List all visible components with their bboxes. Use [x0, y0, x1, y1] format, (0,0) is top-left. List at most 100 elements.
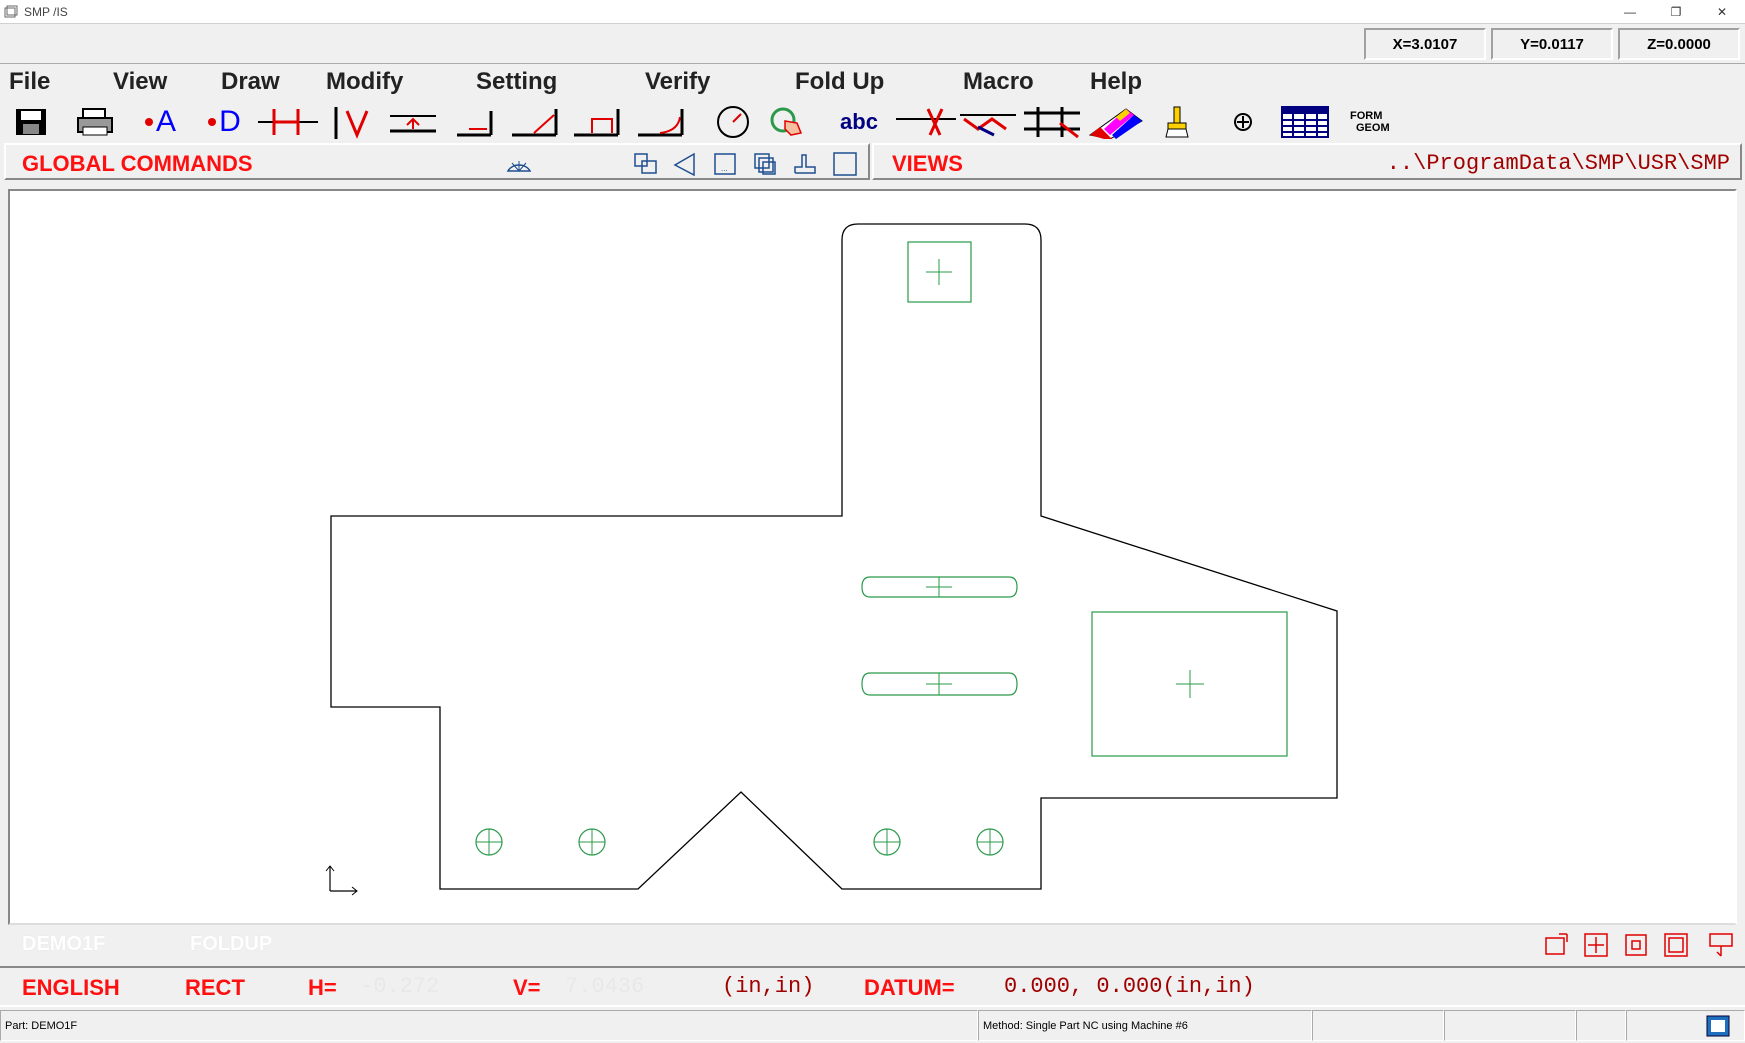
- zoom-all-icon[interactable]: [1663, 932, 1689, 958]
- menu-modify[interactable]: Modify: [326, 68, 403, 96]
- save-icon: [16, 109, 46, 135]
- zoom-center-icon[interactable]: [1583, 932, 1609, 958]
- draw-text-a-button[interactable]: A: [134, 104, 184, 140]
- x-coordinate-readout: X=3.0107: [1364, 28, 1486, 60]
- status-method: Method: Single Part NC using Machine #6: [978, 1010, 1312, 1041]
- chamfer-button[interactable]: [510, 104, 560, 140]
- menu-view[interactable]: View: [113, 68, 167, 96]
- eraser-icon: [1088, 108, 1143, 139]
- fillet-button[interactable]: [636, 104, 686, 140]
- round-hole-1: [475, 828, 503, 856]
- view-square-icon[interactable]: [832, 151, 858, 177]
- hand-circle-button[interactable]: [762, 104, 812, 140]
- status-indicator: [1626, 1010, 1745, 1041]
- drawing-canvas[interactable]: [8, 189, 1737, 925]
- status-part: Part: DEMO1F: [0, 1010, 978, 1041]
- dimension-icon: [258, 109, 318, 135]
- red-dot-icon: [208, 118, 217, 126]
- machine-status-icon[interactable]: [1706, 1015, 1730, 1037]
- text-d-glyph: D: [219, 105, 241, 138]
- datum-value: 0.000, 0.000(in,in): [1004, 974, 1255, 999]
- minimize-button[interactable]: —: [1607, 0, 1653, 23]
- printer-icon: [77, 108, 113, 136]
- hand-circle-icon: [770, 107, 803, 136]
- menu-help[interactable]: Help: [1090, 68, 1142, 96]
- paint-button[interactable]: [1152, 104, 1202, 140]
- table-button[interactable]: [1280, 104, 1330, 140]
- global-commands-label: GLOBAL COMMANDS: [22, 151, 253, 176]
- datum-label: DATUM=: [864, 975, 955, 1000]
- view-fan-icon[interactable]: [506, 151, 532, 177]
- window-title: SMP /IS: [24, 4, 68, 19]
- save-button[interactable]: [6, 104, 56, 140]
- geom-label: GEOM: [1356, 122, 1390, 134]
- vertex-button[interactable]: [330, 104, 380, 140]
- global-commands-panel: GLOBAL COMMANDS ...: [4, 143, 870, 180]
- extend-icon: [960, 114, 1016, 137]
- round-hole-3: [873, 828, 901, 856]
- red-dot-icon: [144, 118, 153, 126]
- scissors-trim-icon: [896, 108, 956, 136]
- menu-verify[interactable]: Verify: [645, 68, 710, 96]
- round-hole-4: [976, 828, 1004, 856]
- restore-button[interactable]: ❐: [1653, 0, 1699, 23]
- menu-macro[interactable]: Macro: [963, 68, 1034, 96]
- menu-file[interactable]: File: [9, 68, 50, 96]
- part-outline: [330, 223, 1338, 890]
- form-label: FORM: [1350, 110, 1383, 122]
- part-name-label: DEMO1F: [22, 933, 106, 955]
- form-geom-button[interactable]: FORM GEOM: [1342, 104, 1402, 140]
- file-path: ..\ProgramData\SMP\USR\SMP: [1386, 151, 1730, 176]
- corner-line-button[interactable]: [452, 104, 502, 140]
- crosshair-circle-icon: [1234, 113, 1252, 131]
- round-hole-2: [578, 828, 606, 856]
- text-a-glyph: A: [155, 105, 176, 138]
- menu-setting[interactable]: Setting: [476, 68, 557, 96]
- units-label: ENGLISH: [22, 975, 120, 1000]
- corner-icon: [457, 111, 493, 137]
- trim-button[interactable]: [896, 104, 956, 140]
- break-button[interactable]: [1022, 104, 1082, 140]
- zoom-window-icon[interactable]: [1543, 932, 1569, 958]
- h-label: H=: [308, 975, 337, 1000]
- view-triangle-icon[interactable]: [672, 151, 698, 177]
- view-dotted-box-icon[interactable]: ...: [712, 151, 738, 177]
- break-icon: [1024, 107, 1080, 139]
- mode-label: FOLDUP: [190, 933, 273, 955]
- close-button[interactable]: ✕: [1699, 0, 1745, 23]
- v-label: V=: [513, 975, 541, 1000]
- status-cell-empty-1: [1312, 1010, 1444, 1041]
- text-tool-button[interactable]: abc: [834, 104, 884, 140]
- pan-icon[interactable]: [1708, 932, 1734, 958]
- dimension-button[interactable]: [258, 104, 318, 140]
- mode-rect-label: RECT: [185, 975, 245, 1000]
- erase-button[interactable]: [1086, 104, 1146, 140]
- print-button[interactable]: [70, 104, 120, 140]
- title-bar: SMP /IS — ❐ ✕: [0, 0, 1745, 23]
- notch-button[interactable]: [572, 104, 622, 140]
- coordinate-bar: X=3.0107 Y=0.0117 Z=0.0000: [0, 23, 1745, 63]
- menu-bar: File View Draw Modify Setting Verify Fol…: [0, 63, 1745, 101]
- snap-point-button[interactable]: [1218, 104, 1268, 140]
- main-toolbar: A D abc FORM GEOM: [0, 101, 1745, 141]
- views-label: VIEWS: [892, 151, 963, 176]
- fillet-icon: [638, 109, 684, 137]
- extend-button[interactable]: [958, 104, 1018, 140]
- draw-text-d-button[interactable]: D: [198, 104, 248, 140]
- status-cell-empty-2: [1444, 1010, 1576, 1041]
- info-bar: ENGLISH RECT H= -0.272 V= 7.0436 (in,in)…: [0, 966, 1745, 1007]
- view-base-icon[interactable]: [792, 151, 818, 177]
- offset-line-button[interactable]: [388, 104, 438, 140]
- text-abc-glyph: abc: [840, 109, 878, 134]
- z-coordinate-readout: Z=0.0000: [1618, 28, 1740, 60]
- chamfer-icon: [512, 109, 558, 137]
- zoom-in-icon[interactable]: [1623, 932, 1649, 958]
- views-panel: VIEWS ..\ProgramData\SMP\USR\SMP: [872, 143, 1742, 180]
- part-drawing[interactable]: [10, 191, 1735, 923]
- circle-button[interactable]: [708, 104, 758, 140]
- menu-fold-up[interactable]: Fold Up: [795, 68, 884, 96]
- menu-draw[interactable]: Draw: [221, 68, 280, 96]
- view-stacked-squares-icon[interactable]: [752, 151, 778, 177]
- view-offset-squares-icon[interactable]: [632, 151, 658, 177]
- app-icon: [4, 5, 18, 17]
